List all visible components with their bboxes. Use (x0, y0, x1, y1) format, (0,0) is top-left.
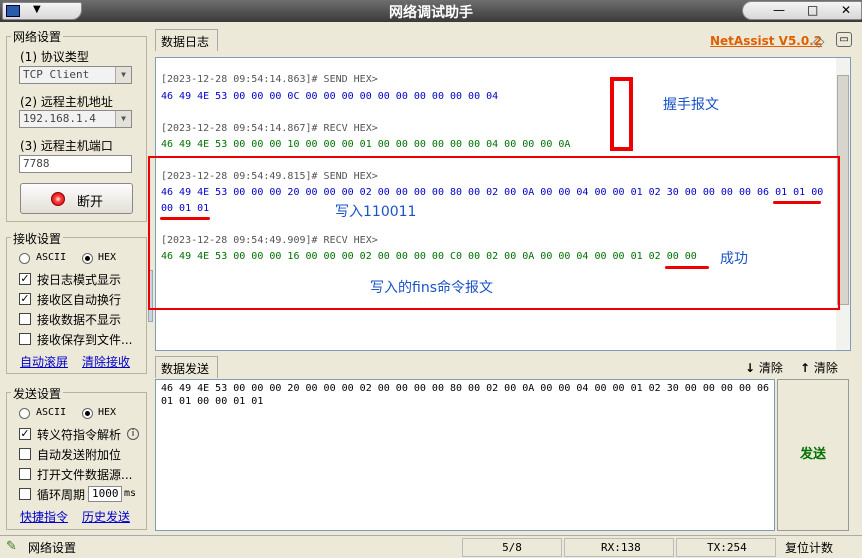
arrow-down-icon: ↓ (745, 361, 756, 375)
history-link[interactable]: 历史发送 (82, 508, 130, 525)
disconnect-label: 断开 (77, 195, 104, 210)
hide-data-checkbox[interactable] (19, 313, 31, 325)
status-bar: ✎ 网络设置 5/8 RX:138 TX:254 复位计数 (0, 535, 862, 558)
minimize-icon[interactable]: — (773, 3, 785, 17)
send-ascii-radio[interactable] (19, 408, 30, 419)
maximize-icon[interactable]: □ (807, 3, 818, 17)
arrow-up-icon: ↑ (800, 361, 811, 375)
open-file-checkbox[interactable] (19, 468, 31, 480)
log-mode-label: 按日志模式显示 (37, 273, 122, 287)
tx-counter: TX:254 (676, 538, 776, 557)
info-icon[interactable]: i (127, 428, 139, 440)
clear-recv-link[interactable]: 清除接收 (82, 353, 130, 370)
title-bar: ▼ 网络调试助手 — □ ✕ (0, 0, 862, 22)
escape-label: 转义符指令解析 (37, 428, 122, 442)
tab-data-send-label: 数据发送 (161, 362, 210, 376)
shortcut-link[interactable]: 快捷指令 (20, 508, 68, 525)
diamond-icon[interactable]: ◇ (813, 32, 825, 50)
log-send-line: 46 49 4E 53 00 00 00 0C 00 00 00 00 00 0… (161, 91, 499, 102)
close-icon[interactable]: ✕ (841, 3, 851, 17)
tab-data-log[interactable]: 数据日志 (155, 29, 218, 51)
clear-all-label: 清除 (813, 361, 838, 375)
escape-checkbox[interactable]: ✓ (19, 428, 31, 440)
recv-hex-label: HEX (98, 252, 117, 263)
tab-data-send[interactable]: 数据发送 (155, 356, 218, 378)
pin-icon[interactable]: ▭ (836, 32, 852, 47)
status-led-icon (51, 192, 65, 206)
loop-unit: ms (124, 488, 137, 499)
open-file-label: 打开文件数据源... (37, 468, 133, 482)
protocol-value: TCP Client (23, 68, 90, 81)
log-header: [2023-12-28 09:54:14.863]# SEND HEX> (161, 74, 378, 85)
network-settings-label: 网络设置 (11, 28, 64, 45)
send-input[interactable]: 46 49 4E 53 00 00 00 20 00 00 00 02 00 0… (155, 379, 775, 531)
log-header: [2023-12-28 09:54:14.867]# RECV HEX> (161, 123, 378, 134)
recv-ascii-radio[interactable] (19, 253, 30, 264)
host-label: (2) 远程主机地址 (20, 95, 113, 109)
reset-count-button[interactable]: 复位计数 (785, 539, 833, 556)
recv-ascii-label: ASCII (36, 252, 67, 263)
annotation-fins-cmd: 写入的fins命令报文 (370, 280, 493, 296)
loop-checkbox[interactable] (19, 488, 31, 500)
chevron-down-icon[interactable]: ▼ (115, 111, 131, 127)
page-counter: 5/8 (462, 538, 562, 557)
host-value: 192.168.1.4 (23, 112, 96, 125)
tab-data-log-label: 数据日志 (161, 35, 210, 49)
send-hex-radio[interactable] (82, 408, 93, 419)
loop-period-input[interactable]: 1000 (88, 486, 122, 502)
send-button[interactable]: 发送 (777, 379, 849, 531)
fins-command-highlight (148, 156, 840, 310)
underline-mark (160, 217, 210, 220)
log-recv-line: 46 49 4E 53 00 00 00 10 00 00 00 01 00 0… (161, 139, 571, 150)
port-input[interactable]: 7788 (19, 155, 132, 173)
loop-label: 循环周期 (37, 488, 86, 502)
disconnect-button[interactable]: 断开 (20, 183, 133, 214)
window-title: 网络调试助手 (389, 5, 473, 21)
annotation-write-value: 写入110011 (335, 204, 417, 220)
status-label: 网络设置 (28, 541, 77, 555)
clear-send-label: 清除 (758, 361, 783, 375)
clear-send-button[interactable]: ↓ 清除 (745, 359, 783, 376)
brand-link[interactable]: NetAssist V5.0.2 (710, 34, 822, 48)
host-select[interactable]: 192.168.1.4 ▼ (19, 110, 132, 128)
auto-scroll-link[interactable]: 自动滚屏 (20, 353, 68, 370)
auto-wrap-label: 接收区自动换行 (37, 293, 122, 307)
annotation-handshake: 握手报文 (663, 97, 719, 113)
auto-append-checkbox[interactable] (19, 448, 31, 460)
port-label: (3) 远程主机端口 (20, 139, 113, 153)
protocol-select[interactable]: TCP Client ▼ (19, 66, 132, 84)
receive-settings-label: 接收设置 (11, 230, 64, 247)
hide-data-label: 接收数据不显示 (37, 313, 122, 327)
auto-append-label: 自动发送附加位 (37, 448, 122, 462)
send-content-line: 46 49 4E 53 00 00 00 20 00 00 00 02 00 0… (161, 383, 770, 394)
send-settings-label: 发送设置 (11, 385, 64, 402)
clear-all-button[interactable]: ↑ 清除 (800, 359, 838, 376)
protocol-label: (1) 协议类型 (20, 50, 89, 64)
underline-mark (665, 266, 709, 269)
broom-icon: ✎ (6, 539, 17, 554)
send-hex-label: HEX (98, 407, 117, 418)
window-controls: — □ ✕ (742, 1, 862, 20)
auto-wrap-checkbox[interactable]: ✓ (19, 293, 31, 305)
underline-mark (773, 201, 821, 204)
log-mode-checkbox[interactable]: ✓ (19, 273, 31, 285)
handshake-marker (610, 77, 633, 151)
chevron-down-icon[interactable]: ▼ (115, 67, 131, 83)
send-content-line: 01 01 00 00 01 01 (161, 396, 264, 407)
save-file-label: 接收保存到文件... (37, 333, 133, 347)
recv-hex-radio[interactable] (82, 253, 93, 264)
send-ascii-label: ASCII (36, 407, 67, 418)
annotation-success: 成功 (720, 251, 748, 267)
rx-counter: RX:138 (564, 538, 674, 557)
save-file-checkbox[interactable] (19, 333, 31, 345)
